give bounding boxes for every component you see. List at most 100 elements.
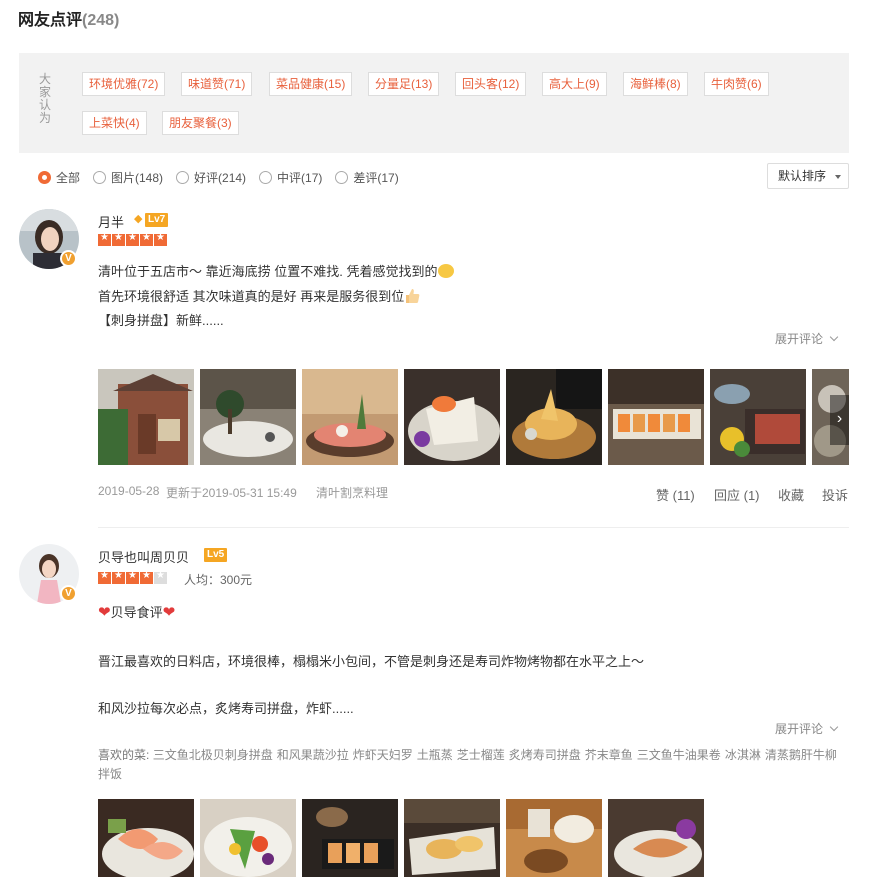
average-price: 人均：300元 — [184, 573, 253, 587]
reviews-header: 网友点评(248) — [18, 6, 119, 30]
review-username[interactable]: 月半 — [98, 212, 124, 231]
favorite-dishes: 喜欢的菜: 三文鱼北极贝刺身拼盘 和风果蔬沙拉 炸虾天妇罗 土瓶蒸 芝士榴莲 炙烤寿司拼盘… — [98, 746, 843, 784]
radio-icon[interactable] — [176, 170, 190, 184]
star-empty-icon — [154, 570, 167, 584]
filter-label: 全部 — [56, 170, 81, 185]
dish-link[interactable]: 和风果蔬沙拉 — [277, 748, 349, 762]
review-photo[interactable] — [302, 369, 398, 465]
reply-button[interactable]: 回应 (1) — [714, 485, 760, 504]
review-filter-bar: 全部 图片(148) 好评(214) 中评(17) 差评(17) — [38, 168, 412, 186]
dish-link[interactable]: 炸虾天妇罗 — [353, 748, 413, 762]
verified-v-icon: V — [60, 585, 77, 602]
filter-photos[interactable]: 图片(148) — [93, 169, 163, 186]
sort-dropdown[interactable]: 默认排序 — [767, 163, 849, 189]
filter-label: 图片(148) — [111, 170, 164, 185]
radio-icon[interactable] — [93, 170, 107, 184]
dish-link[interactable]: 三文鱼北极贝刺身拼盘 — [153, 748, 273, 762]
chevron-down-icon — [829, 332, 839, 342]
review-photo[interactable] — [404, 369, 500, 465]
review-updated-date: 更新于2019-05-31 15:49 — [166, 486, 297, 500]
filter-negative[interactable]: 差评(17) — [335, 169, 399, 186]
star-icon — [140, 570, 153, 584]
verified-v-icon: V — [60, 250, 77, 267]
review-line: 首先环境很舒适 其次味道真的是好 再来是服务很到位 — [98, 286, 420, 305]
star-icon — [126, 232, 139, 246]
expand-review-link[interactable]: 展开评论 — [775, 330, 839, 347]
tag-item[interactable]: 分量足(13) — [368, 72, 440, 96]
review-line: ❤贝导食评❤ — [98, 602, 175, 621]
report-button[interactable]: 投诉 — [822, 485, 848, 504]
expand-label: 展开评论 — [775, 332, 824, 346]
tag-item[interactable]: 牛肉赞(6) — [704, 72, 769, 96]
radio-icon[interactable] — [259, 170, 273, 184]
shop-name-link[interactable]: 清叶割烹料理 — [316, 484, 388, 501]
star-icon — [98, 232, 111, 246]
review-divider — [98, 527, 849, 528]
sort-label: 默认排序 — [778, 169, 827, 183]
star-icon — [98, 570, 111, 584]
filter-label: 好评(214) — [194, 170, 247, 185]
dish-link[interactable]: 土瓶蒸 — [417, 748, 453, 762]
tag-item[interactable]: 海鲜棒(8) — [623, 72, 688, 96]
review-username[interactable]: 贝导也叫周贝贝 — [98, 547, 189, 566]
dish-link[interactable]: 芥末章鱼 — [585, 748, 633, 762]
review-photo[interactable] — [200, 369, 296, 465]
favorite-dishes-label: 喜欢的菜: — [98, 748, 150, 762]
review-text: 贝导食评 — [110, 605, 163, 620]
review-date: 2019-05-28 — [98, 484, 160, 498]
tag-item[interactable]: 味道赞(71) — [181, 72, 253, 96]
popular-tags-panel: 大家认为 环境优雅(72) 味道赞(71) 菜品健康(15) 分量足(13) 回… — [19, 53, 849, 153]
tags-label: 大家认为 — [39, 72, 52, 125]
star-icon — [112, 232, 125, 246]
review-text: 首先环境很舒适 其次味道真的是好 再来是服务很到位 — [98, 289, 405, 304]
review-photo[interactable] — [608, 369, 704, 465]
dish-link[interactable]: 三文鱼牛油果卷 — [637, 748, 721, 762]
thumbs-up-emoji-icon — [406, 289, 420, 303]
favorite-button[interactable]: 收藏 — [778, 485, 804, 504]
caret-down-icon — [835, 175, 841, 179]
radio-selected-icon[interactable] — [38, 170, 51, 184]
star-icon — [154, 232, 167, 246]
review-photo[interactable] — [506, 799, 602, 877]
tag-item[interactable]: 菜品健康(15) — [269, 72, 353, 96]
rating-stars — [98, 570, 168, 584]
expand-review-link[interactable]: 展开评论 — [775, 720, 839, 737]
review-photo[interactable] — [506, 369, 602, 465]
review-photo[interactable] — [710, 369, 806, 465]
review-photo[interactable] — [302, 799, 398, 877]
star-icon — [112, 570, 125, 584]
tag-item[interactable]: 上菜快(4) — [82, 111, 147, 135]
review-line: 和风沙拉每次必点，炙烤寿司拼盘，炸虾...... — [98, 701, 354, 716]
tag-item[interactable]: 朋友聚餐(3) — [162, 111, 239, 135]
review-text: 清叶位于五店市～ 靠近海底捞 位置不难找. 凭着感觉找到的 — [98, 264, 438, 279]
review-photo[interactable] — [200, 799, 296, 877]
review-line: 清叶位于五店市～ 靠近海底捞 位置不难找. 凭着感觉找到的 — [98, 261, 455, 280]
star-icon — [126, 570, 139, 584]
tag-item[interactable]: 环境优雅(72) — [82, 72, 166, 96]
reviews-title: 网友点评 — [18, 12, 83, 29]
dish-link[interactable]: 炙烤寿司拼盘 — [509, 748, 581, 762]
chevron-down-icon — [829, 722, 839, 732]
crying-laugh-emoji-icon — [438, 264, 455, 278]
dish-link[interactable]: 芝士榴莲 — [457, 748, 505, 762]
star-icon — [140, 232, 153, 246]
review-line: 晋江最喜欢的日料店，环境很棒，榻榻米小包间，不管是刺身还是寿司炸物烤物都在水平之… — [98, 654, 645, 669]
tag-item[interactable]: 高大上(9) — [542, 72, 607, 96]
vip-gem-icon: ◆ — [134, 213, 143, 225]
like-button[interactable]: 赞 (11) — [656, 485, 695, 504]
photo-next-arrow-icon[interactable]: › — [830, 395, 849, 445]
filter-all[interactable]: 全部 — [38, 169, 80, 186]
user-level-badge: Lv7 — [145, 213, 169, 227]
rating-stars — [98, 232, 168, 246]
filter-label: 差评(17) — [353, 170, 399, 185]
review-photo[interactable] — [98, 369, 194, 465]
tag-item[interactable]: 回头客(12) — [455, 72, 527, 96]
radio-icon[interactable] — [335, 170, 349, 184]
review-photo[interactable] — [98, 799, 194, 877]
filter-positive[interactable]: 好评(214) — [176, 169, 246, 186]
dish-link[interactable]: 冰淇淋 — [725, 748, 761, 762]
filter-neutral[interactable]: 中评(17) — [259, 169, 322, 186]
review-photo[interactable] — [404, 799, 500, 877]
review-photo[interactable] — [608, 799, 704, 877]
filter-label: 中评(17) — [277, 170, 323, 185]
